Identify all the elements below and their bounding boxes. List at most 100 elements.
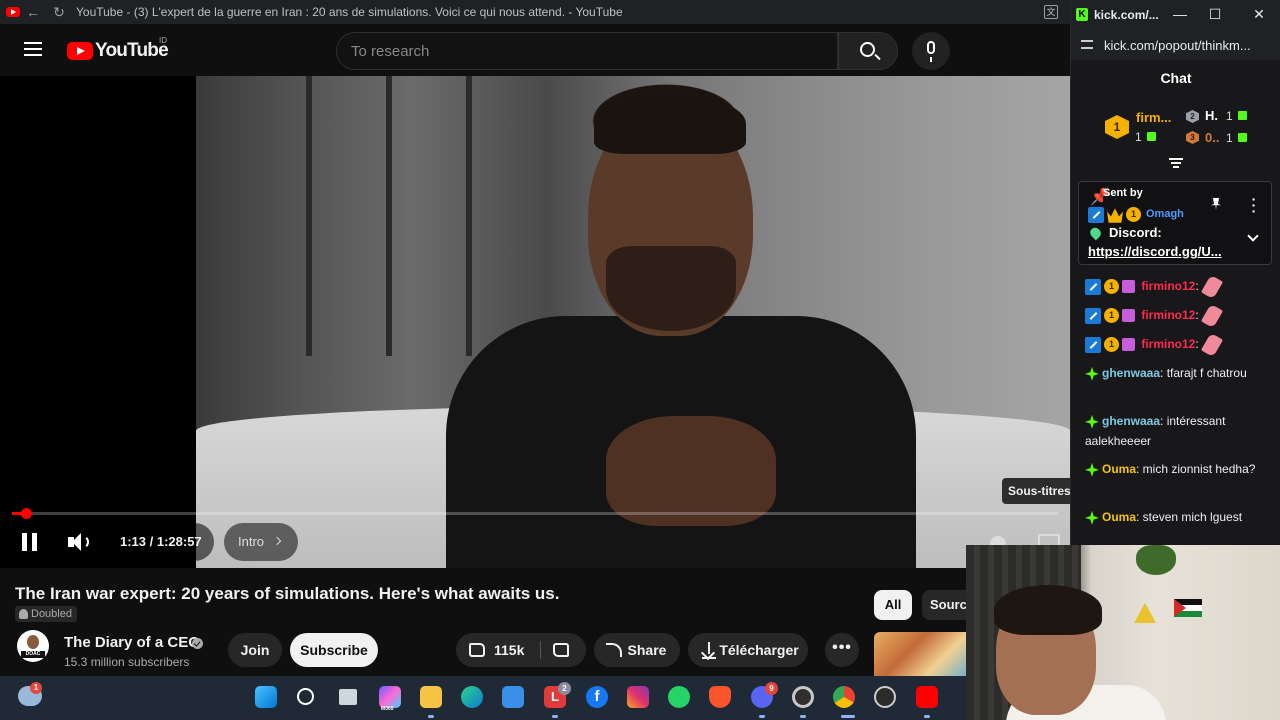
video-player[interactable]: 1:13 / 1:28:57 Intro Sous-titres bbox=[0, 76, 1070, 568]
chat-message[interactable]: 1 firmino12: bbox=[1085, 303, 1271, 328]
recommended-video-thumbnail[interactable] bbox=[874, 632, 966, 676]
share-label: Share bbox=[627, 642, 667, 658]
kick-url: kick.com/popout/thinkm... bbox=[1104, 38, 1251, 53]
chat-username[interactable]: firmino12 bbox=[1141, 308, 1195, 322]
chat-username[interactable]: ghenwaaa bbox=[1102, 366, 1160, 380]
join-button[interactable]: Join bbox=[228, 633, 282, 667]
progress-scrubber[interactable] bbox=[21, 508, 32, 519]
subscribe-button[interactable]: Subscribe bbox=[290, 633, 378, 667]
gift-icon bbox=[1147, 132, 1156, 141]
video-frame[interactable] bbox=[196, 76, 1070, 568]
pinned-heading: Discord: bbox=[1109, 225, 1162, 240]
verified-spark-icon bbox=[1085, 462, 1099, 477]
chat-message[interactable]: 1 firmino12: bbox=[1085, 274, 1271, 299]
rank-1-badge: 1 bbox=[1105, 115, 1129, 139]
chat-username[interactable]: firmino12 bbox=[1141, 337, 1195, 351]
menu-icon[interactable] bbox=[24, 42, 42, 56]
dubbed-icon bbox=[19, 609, 28, 619]
youtube-favicon-icon bbox=[6, 7, 20, 17]
reload-icon[interactable]: ↻ bbox=[46, 4, 72, 21]
chat-message[interactable]: ghenwaaa: tfarajt f chatrou bbox=[1085, 363, 1271, 383]
moderator-badge-icon bbox=[1085, 307, 1101, 324]
voice-search-button[interactable] bbox=[912, 32, 950, 70]
pause-button[interactable] bbox=[22, 533, 38, 551]
kick-url-bar[interactable]: kick.com/popout/thinkm... bbox=[1071, 30, 1280, 60]
back-arrow-icon[interactable]: ← bbox=[20, 4, 46, 20]
browser-title-bar: ← ↻ YouTube - (3) L'expert de la guerre … bbox=[0, 0, 1070, 24]
maximize-button[interactable]: ☐ bbox=[1208, 6, 1222, 22]
expand-chevron-icon[interactable] bbox=[1247, 230, 1259, 242]
windows-start-icon[interactable] bbox=[255, 686, 277, 708]
emote-icon bbox=[1200, 303, 1223, 328]
chip-sources[interactable]: Sources bbox=[922, 590, 966, 620]
filter-icon[interactable] bbox=[1169, 158, 1183, 170]
chat-username[interactable]: Ouma bbox=[1102, 462, 1136, 476]
leaderboard-name-3[interactable]: 0.. bbox=[1205, 130, 1219, 145]
leaderboard-name-1[interactable]: firm... bbox=[1136, 110, 1171, 125]
chip-all[interactable]: All bbox=[874, 590, 912, 620]
l-app-badge: 2 bbox=[558, 682, 571, 695]
search-button[interactable] bbox=[838, 32, 898, 70]
chat-text: : bbox=[1195, 279, 1199, 293]
gift-badge-icon bbox=[1122, 338, 1135, 352]
youtube-app-icon[interactable] bbox=[916, 686, 938, 708]
leaderboard-name-2[interactable]: H. bbox=[1205, 108, 1218, 123]
plant bbox=[1136, 545, 1176, 575]
discord-link[interactable]: https://discord.gg/U... bbox=[1088, 244, 1222, 259]
unpin-icon[interactable] bbox=[1211, 198, 1221, 210]
chat-message[interactable]: 1 firmino12: bbox=[1085, 332, 1271, 357]
pinned-author[interactable]: Omagh bbox=[1146, 208, 1184, 220]
youtube-logo-text: YouTube bbox=[95, 40, 169, 61]
channel-avatar-tag: DOAC bbox=[21, 651, 45, 658]
chat-username[interactable]: ghenwaaa bbox=[1102, 414, 1160, 428]
whatsapp-icon[interactable] bbox=[668, 686, 690, 708]
chat-text: : steven mich lguest bbox=[1136, 510, 1243, 524]
chat-message[interactable]: Ouma: mich zionnist hedha? bbox=[1085, 459, 1271, 479]
chat-username[interactable]: Ouma bbox=[1102, 510, 1136, 524]
site-settings-icon[interactable] bbox=[1081, 40, 1093, 49]
obs-icon[interactable] bbox=[792, 686, 814, 708]
edge-icon[interactable] bbox=[461, 686, 483, 708]
progress-bar[interactable] bbox=[12, 512, 1058, 515]
facebook-icon[interactable]: f bbox=[586, 686, 608, 708]
chrome-icon[interactable] bbox=[833, 686, 855, 708]
verified-spark-icon bbox=[1085, 366, 1099, 381]
youtube-header: YouTube ID bbox=[0, 24, 1070, 76]
file-explorer-icon[interactable] bbox=[420, 686, 442, 708]
media-player-icon[interactable] bbox=[874, 686, 896, 708]
emote-icon bbox=[1200, 274, 1223, 299]
chat-message[interactable]: Ouma: steven mich lguest bbox=[1085, 507, 1271, 527]
more-options-icon[interactable]: · · · bbox=[1251, 192, 1257, 218]
youtube-logo[interactable]: YouTube ID bbox=[67, 36, 169, 62]
rank-3-badge: 3 bbox=[1186, 131, 1199, 144]
translate-icon[interactable]: 文 bbox=[1044, 5, 1058, 19]
pinned-sent-by-label: Sent by bbox=[1103, 187, 1143, 199]
channel-avatar[interactable]: DOAC bbox=[17, 630, 49, 662]
chat-username[interactable]: firmino12 bbox=[1141, 279, 1195, 293]
download-icon bbox=[708, 642, 710, 654]
m365-icon[interactable] bbox=[379, 686, 401, 708]
chat-message[interactable]: ghenwaaa: intéressant aalekheeeer bbox=[1085, 411, 1271, 451]
chat-text: : mich zionnist hedha? bbox=[1136, 462, 1256, 476]
leaderboard-count-2: 1 bbox=[1226, 109, 1233, 123]
dislike-icon[interactable] bbox=[553, 643, 569, 657]
moderator-badge-icon bbox=[1085, 278, 1101, 295]
like-icon[interactable] bbox=[469, 643, 485, 657]
subscriber-badge-icon: 1 bbox=[1126, 207, 1141, 223]
volume-icon[interactable] bbox=[66, 532, 92, 552]
chapter-button[interactable]: Intro bbox=[224, 523, 298, 561]
task-view-icon[interactable] bbox=[339, 689, 357, 705]
search-icon[interactable] bbox=[297, 688, 314, 705]
moderator-badge-icon bbox=[1088, 206, 1104, 223]
instagram-icon[interactable] bbox=[627, 686, 649, 708]
close-button[interactable]: ✕ bbox=[1252, 6, 1266, 22]
like-count[interactable]: 115k bbox=[494, 633, 524, 667]
store-icon[interactable] bbox=[502, 686, 524, 708]
more-actions-button[interactable]: ••• bbox=[825, 633, 859, 667]
video-details: The Iran war expert: 20 years of simulat… bbox=[0, 568, 966, 676]
brave-icon[interactable] bbox=[709, 686, 731, 708]
minimize-button[interactable]: — bbox=[1173, 6, 1187, 22]
channel-name[interactable]: The Diary of a CEO bbox=[64, 634, 200, 651]
search-input[interactable] bbox=[351, 42, 837, 60]
subscriber-badge-icon: 1 bbox=[1104, 308, 1119, 324]
